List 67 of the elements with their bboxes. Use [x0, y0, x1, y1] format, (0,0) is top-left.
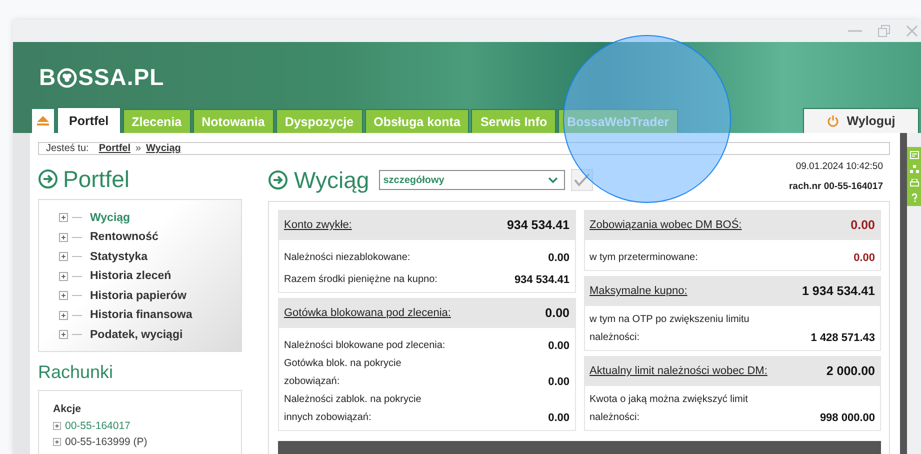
expand-icon[interactable] — [59, 291, 68, 300]
row-label: Należności zablok. na pokrycie innych zobowiązań: — [284, 393, 422, 425]
nav-link[interactable]: Historia finansowa — [90, 309, 192, 322]
section-title: Rachunki — [38, 362, 114, 382]
expand-icon[interactable] — [59, 232, 68, 242]
expand-icon[interactable] — [53, 438, 61, 446]
account-link[interactable]: 00-55-164017 — [65, 420, 130, 432]
logo-text: B — [39, 64, 56, 91]
logout-button[interactable]: Wyloguj — [803, 108, 919, 133]
summary-heading[interactable]: Maksymalne kupno: — [590, 281, 688, 302]
nav-link[interactable]: Statystyka — [90, 250, 148, 263]
nav-link[interactable]: Rentowność — [90, 231, 158, 244]
account-number: rach.nr 00-55-164017 — [788, 180, 883, 192]
summary-amount: 0.00 — [850, 217, 875, 234]
row-label: Należności blokowane pod zlecenia: — [284, 339, 446, 353]
section-title: Wyciąg — [294, 166, 370, 194]
breadcrumb-link[interactable]: Wyciąg — [146, 143, 181, 154]
row-amount: 0.00 — [854, 251, 875, 266]
logo-text: SSA.PL — [78, 64, 164, 91]
row-amount: 0.00 — [548, 339, 570, 354]
row-label: Należności niezablokowane: — [284, 251, 410, 265]
summary-heading[interactable]: Gotówka blokowana pod zlecenia: — [284, 303, 451, 324]
arrow-circle-icon — [38, 169, 58, 189]
summary-heading[interactable]: Konto zwykłe: — [284, 215, 352, 236]
nav-link[interactable]: Wyciąg — [90, 212, 130, 224]
row-amount: 1 428 571.43 — [810, 331, 875, 346]
nav-link[interactable]: Historia zleceń — [90, 270, 172, 282]
timestamp: 09.01.2024 10:42:50 — [796, 160, 883, 172]
row-label: w tym przeterminowane: — [590, 251, 698, 265]
summary-heading[interactable]: Aktualny limit należności wobec DM: — [590, 361, 768, 382]
summary-amount: 934 534.41 — [506, 217, 570, 234]
summary-heading[interactable]: Zobowiązania wobec DM BOŚ: — [590, 215, 742, 236]
power-icon — [826, 115, 839, 127]
section-title: Portfel — [63, 166, 130, 192]
row-amount: 0.00 — [548, 375, 570, 390]
confirm-button[interactable] — [571, 169, 594, 191]
row-amount: 998 000.00 — [820, 411, 875, 426]
summary-amount: 0.00 — [545, 305, 570, 322]
row-amount: 934 534.41 — [514, 273, 570, 288]
breadcrumb-separator: » — [135, 143, 142, 154]
view-select[interactable]: szczegółowy — [379, 170, 566, 190]
scrollbar[interactable] — [900, 133, 907, 454]
chevron-down-icon — [548, 176, 558, 184]
row-label: Kwota o jaką można zwiększyć limit należności: — [590, 393, 749, 425]
row-label: Gotówka blok. na pokrycie zobowiązań: — [284, 357, 402, 389]
expand-icon[interactable] — [53, 422, 61, 430]
expand-icon[interactable] — [59, 272, 68, 281]
row-amount: 0.00 — [548, 411, 570, 426]
expand-icon[interactable] — [59, 213, 68, 222]
eject-icon[interactable] — [31, 108, 55, 133]
expand-icon[interactable] — [59, 330, 68, 340]
nav-link[interactable]: Podatek, wyciągi — [90, 328, 183, 341]
row-label: Razem środki pieniężne na kupno: — [284, 273, 438, 287]
summary-amount: 2 000.00 — [826, 363, 875, 380]
nav-link[interactable]: Historia papierów — [90, 290, 186, 302]
expand-icon[interactable] — [59, 252, 68, 262]
row-label: w tym na OTP po zwiększeniu limitu należności: — [590, 313, 750, 345]
expand-icon[interactable] — [59, 310, 68, 320]
arrow-circle-icon — [268, 170, 288, 190]
group-label: Akcje — [53, 402, 82, 414]
clover-logo-icon — [57, 68, 78, 88]
nav-tab[interactable]: Portfel — [57, 107, 121, 133]
breadcrumb-label: Jesteś tu: — [46, 143, 89, 154]
account-link[interactable]: 00-55-163999 (P) — [65, 436, 148, 448]
summary-amount: 1 934 534.41 — [802, 283, 875, 300]
breadcrumb-link[interactable]: Portfel — [98, 143, 130, 154]
row-amount: 0.00 — [548, 251, 570, 266]
